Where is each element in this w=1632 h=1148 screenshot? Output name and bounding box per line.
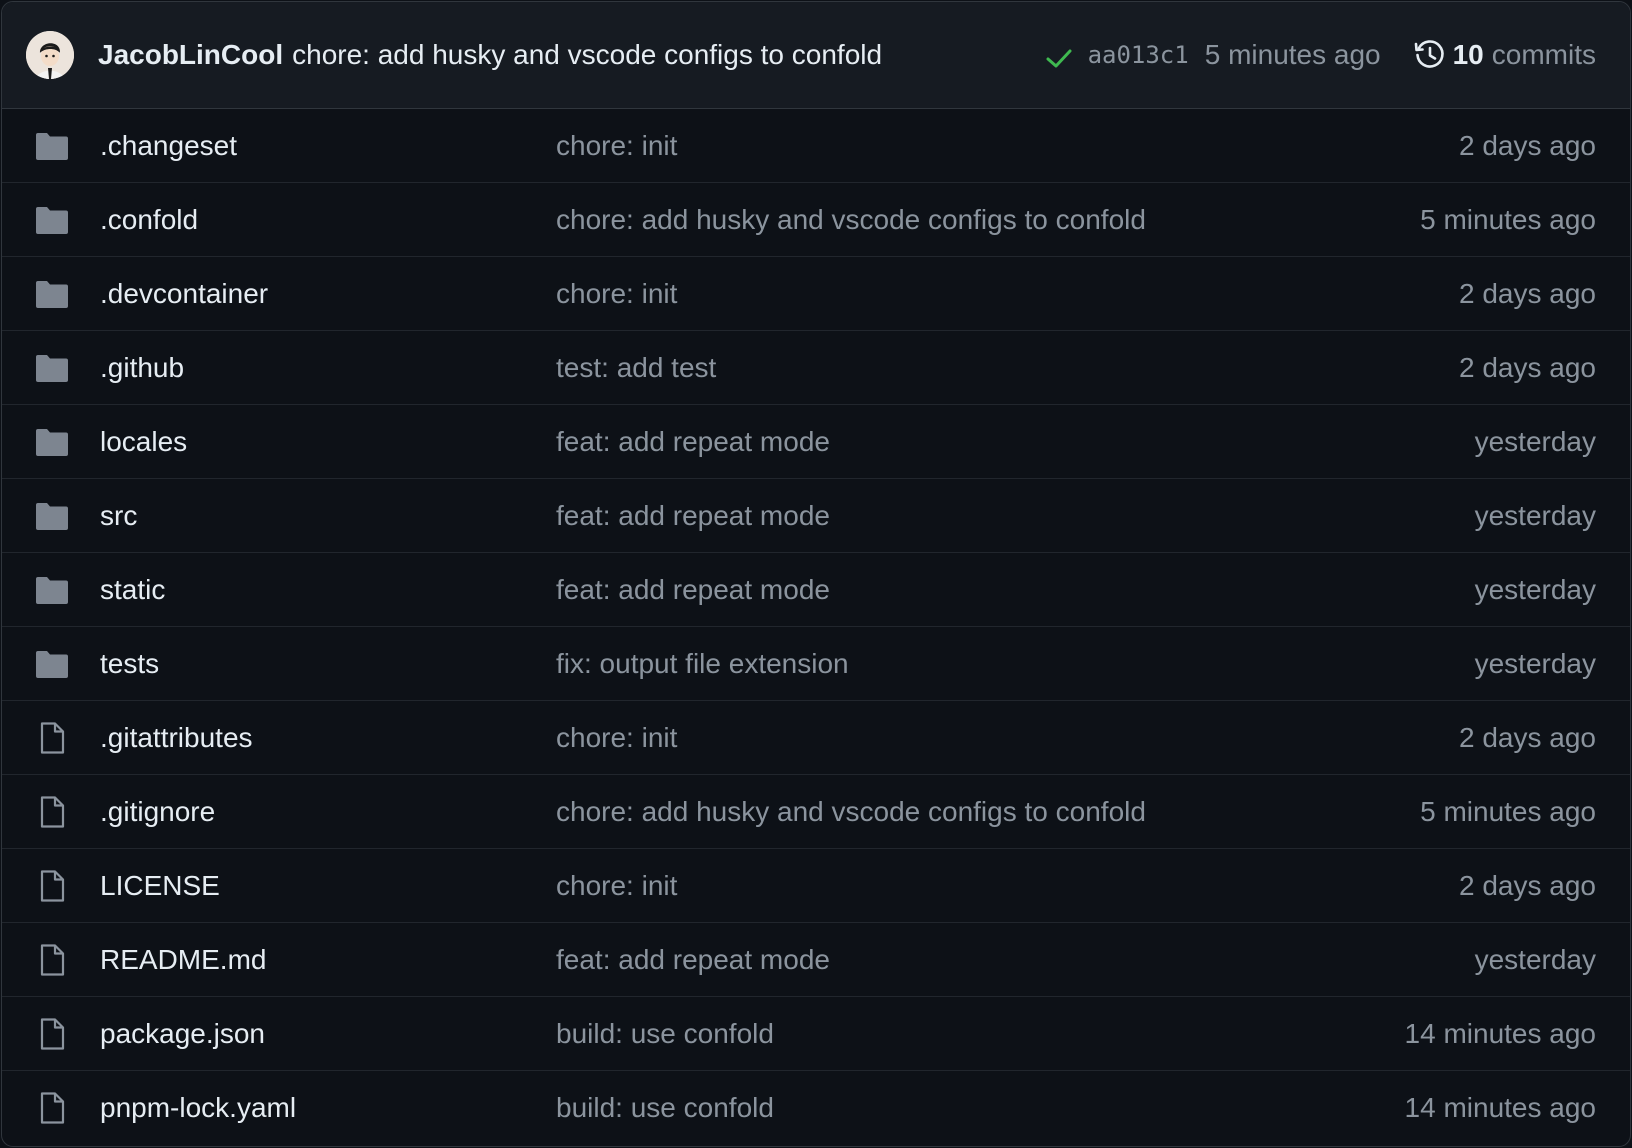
file-list: .changeset chore: init 2 days ago .confo… — [2, 109, 1630, 1145]
file-commit-time: 2 days ago — [1459, 721, 1596, 753]
file-commit-message-link[interactable]: feat: add repeat mode — [556, 500, 1475, 532]
file-row[interactable]: tests fix: output file extension yesterd… — [2, 627, 1630, 701]
file-name-link[interactable]: static — [100, 574, 556, 606]
file-browser-panel: JacobLinCool chore: add husky and vscode… — [1, 1, 1631, 1147]
file-row[interactable]: .changeset chore: init 2 days ago — [2, 109, 1630, 183]
file-commit-message-link[interactable]: chore: init — [556, 722, 1459, 754]
file-row[interactable]: src feat: add repeat mode yesterday — [2, 479, 1630, 553]
file-commit-message-link[interactable]: chore: init — [556, 278, 1459, 310]
file-row[interactable]: pnpm-lock.yaml build: use confold 14 min… — [2, 1071, 1630, 1145]
file-icon — [34, 1090, 70, 1126]
file-commit-time: yesterday — [1474, 573, 1596, 605]
file-commit-message-link[interactable]: chore: add husky and vscode configs to c… — [556, 796, 1420, 828]
file-name-link[interactable]: README.md — [100, 944, 556, 976]
folder-icon — [34, 646, 70, 682]
file-icon — [34, 1016, 70, 1052]
file-icon — [34, 942, 70, 978]
history-icon — [1413, 38, 1447, 72]
file-commit-message-link[interactable]: chore: init — [556, 870, 1459, 902]
commit-message-link[interactable]: chore: add husky and vscode configs to c… — [292, 39, 882, 71]
file-name-link[interactable]: .gitignore — [100, 796, 556, 828]
file-row[interactable]: static feat: add repeat mode yesterday — [2, 553, 1630, 627]
file-name-link[interactable]: .devcontainer — [100, 278, 556, 310]
file-name-link[interactable]: .gitattributes — [100, 722, 556, 754]
file-name-link[interactable]: package.json — [100, 1018, 556, 1050]
file-icon — [34, 868, 70, 904]
file-commit-time: 2 days ago — [1459, 869, 1596, 901]
file-name-link[interactable]: tests — [100, 648, 556, 680]
file-commit-message-link[interactable]: build: use confold — [556, 1018, 1405, 1050]
file-name-link[interactable]: LICENSE — [100, 870, 556, 902]
check-icon[interactable] — [1044, 43, 1074, 73]
commits-label: commits — [1491, 39, 1596, 70]
file-commit-message-link[interactable]: feat: add repeat mode — [556, 426, 1475, 458]
file-commit-message-link[interactable]: fix: output file extension — [556, 648, 1475, 680]
file-commit-message-link[interactable]: chore: add husky and vscode configs to c… — [556, 204, 1420, 236]
file-name-link[interactable]: .changeset — [100, 130, 556, 162]
file-row[interactable]: locales feat: add repeat mode yesterday — [2, 405, 1630, 479]
file-row[interactable]: .confold chore: add husky and vscode con… — [2, 183, 1630, 257]
file-row[interactable]: .github test: add test 2 days ago — [2, 331, 1630, 405]
commit-history-link[interactable]: 10 commits — [1413, 38, 1596, 72]
file-commit-time: yesterday — [1474, 499, 1596, 531]
file-row[interactable]: .gitignore chore: add husky and vscode c… — [2, 775, 1630, 849]
file-commit-message-link[interactable]: build: use confold — [556, 1092, 1405, 1124]
file-commit-time: 5 minutes ago — [1420, 203, 1596, 235]
commit-sha-link[interactable]: aa013c1 — [1088, 41, 1189, 69]
file-commit-time: 14 minutes ago — [1404, 1017, 1596, 1049]
file-commit-time: yesterday — [1474, 647, 1596, 679]
folder-icon — [34, 202, 70, 238]
folder-icon — [34, 498, 70, 534]
file-commit-message-link[interactable]: feat: add repeat mode — [556, 944, 1475, 976]
file-row[interactable]: .devcontainer chore: init 2 days ago — [2, 257, 1630, 331]
avatar-icon — [26, 31, 74, 79]
file-commit-time: yesterday — [1474, 425, 1596, 457]
folder-icon — [34, 572, 70, 608]
file-commit-time: 5 minutes ago — [1420, 795, 1596, 827]
file-row[interactable]: .gitattributes chore: init 2 days ago — [2, 701, 1630, 775]
file-commit-time: 2 days ago — [1459, 129, 1596, 161]
file-commit-time: 2 days ago — [1459, 351, 1596, 383]
file-commit-time: 14 minutes ago — [1404, 1092, 1596, 1123]
file-commit-time: 2 days ago — [1459, 277, 1596, 309]
file-icon — [34, 794, 70, 830]
file-name-link[interactable]: locales — [100, 426, 556, 458]
commit-time: 5 minutes ago — [1204, 39, 1381, 70]
file-name-link[interactable]: src — [100, 500, 556, 532]
file-commit-message-link[interactable]: feat: add repeat mode — [556, 574, 1475, 606]
file-name-link[interactable]: pnpm-lock.yaml — [100, 1092, 556, 1124]
file-name-link[interactable]: .github — [100, 352, 556, 384]
commit-count: 10 — [1452, 39, 1484, 70]
folder-icon — [34, 350, 70, 386]
file-commit-time: yesterday — [1474, 943, 1596, 975]
latest-commit-bar: JacobLinCool chore: add husky and vscode… — [2, 2, 1630, 109]
file-commit-message-link[interactable]: chore: init — [556, 130, 1459, 162]
commit-author-link[interactable]: JacobLinCool — [98, 39, 283, 71]
file-name-link[interactable]: .confold — [100, 204, 556, 236]
file-commit-message-link[interactable]: test: add test — [556, 352, 1459, 384]
folder-icon — [34, 128, 70, 164]
author-avatar[interactable] — [26, 31, 74, 79]
folder-icon — [34, 424, 70, 460]
folder-icon — [34, 276, 70, 312]
file-row[interactable]: LICENSE chore: init 2 days ago — [2, 849, 1630, 923]
file-row[interactable]: package.json build: use confold 14 minut… — [2, 997, 1630, 1071]
file-row[interactable]: README.md feat: add repeat mode yesterda… — [2, 923, 1630, 997]
file-icon — [34, 720, 70, 756]
